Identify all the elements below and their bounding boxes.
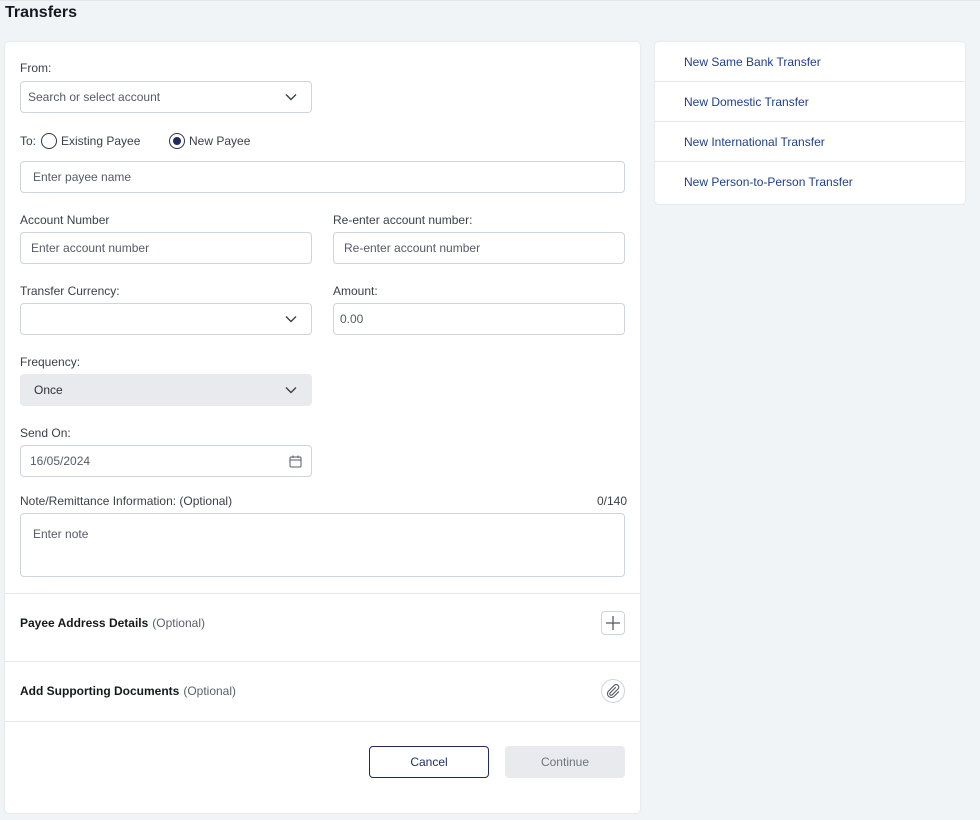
cancel-button[interactable]: Cancel [369, 746, 489, 778]
new-p2p-transfer-link[interactable]: New Person-to-Person Transfer [655, 162, 965, 202]
note-char-counter: 0/140 [597, 494, 628, 508]
new-same-bank-transfer-link[interactable]: New Same Bank Transfer [655, 42, 965, 82]
currency-select[interactable] [20, 303, 312, 335]
section-divider [5, 661, 640, 662]
section-divider [5, 721, 640, 722]
amount-input[interactable]: 0.00 [333, 303, 625, 335]
send-on-date-input[interactable]: 16/05/2024 [20, 445, 312, 477]
note-label: Note/Remittance Information: (Optional) [20, 494, 233, 508]
continue-button[interactable]: Continue [505, 746, 625, 778]
amount-label: Amount: [333, 284, 378, 298]
transfer-form-card: From: Search or select account To: Exist… [5, 42, 640, 813]
payee-name-input[interactable]: Enter payee name [20, 161, 625, 193]
supporting-docs-title: Add Supporting Documents [20, 684, 180, 698]
payee-address-title: Payee Address Details [20, 616, 149, 630]
chevron-down-icon [285, 387, 297, 394]
new-international-transfer-link[interactable]: New International Transfer [655, 122, 965, 162]
new-domestic-transfer-link[interactable]: New Domestic Transfer [655, 82, 965, 122]
supporting-docs-optional: (Optional) [183, 684, 237, 698]
note-textarea[interactable] [20, 513, 625, 577]
supporting-docs-section[interactable]: Add Supporting Documents (Optional) [20, 684, 236, 698]
add-payee-address-button[interactable] [601, 611, 625, 635]
existing-payee-label: Existing Payee [61, 134, 141, 148]
frequency-label: Frequency: [20, 355, 81, 369]
reenter-account-input[interactable]: Re-enter account number [333, 232, 625, 264]
attach-document-button[interactable] [601, 679, 625, 703]
frequency-value: Once [34, 383, 63, 397]
from-account-placeholder: Search or select account [28, 90, 161, 104]
calendar-icon[interactable] [289, 455, 302, 468]
chevron-down-icon [285, 94, 297, 101]
paperclip-icon [606, 684, 620, 698]
top-divider [0, 0, 980, 1]
section-divider [5, 593, 640, 594]
payee-address-optional: (Optional) [152, 616, 205, 630]
chevron-down-icon [285, 316, 297, 323]
existing-payee-radio[interactable] [41, 133, 57, 149]
account-number-input[interactable]: Enter account number [20, 232, 312, 264]
to-label: To: [20, 134, 37, 148]
send-on-value: 16/05/2024 [30, 454, 91, 468]
reenter-account-label: Re-enter account number: [333, 213, 473, 227]
from-label: From: [20, 61, 52, 75]
new-payee-radio[interactable] [169, 133, 185, 149]
page-title: Transfers [5, 4, 78, 21]
currency-label: Transfer Currency: [20, 284, 120, 298]
frequency-select[interactable]: Once [20, 374, 312, 406]
payee-address-section[interactable]: Payee Address Details (Optional) [20, 616, 205, 630]
account-number-label: Account Number [20, 213, 110, 227]
from-account-select[interactable]: Search or select account [20, 81, 312, 113]
plus-icon [606, 616, 620, 630]
quick-links-card: New Same Bank Transfer New Domestic Tran… [655, 42, 965, 204]
new-payee-label: New Payee [189, 134, 251, 148]
send-on-label: Send On: [20, 426, 71, 440]
